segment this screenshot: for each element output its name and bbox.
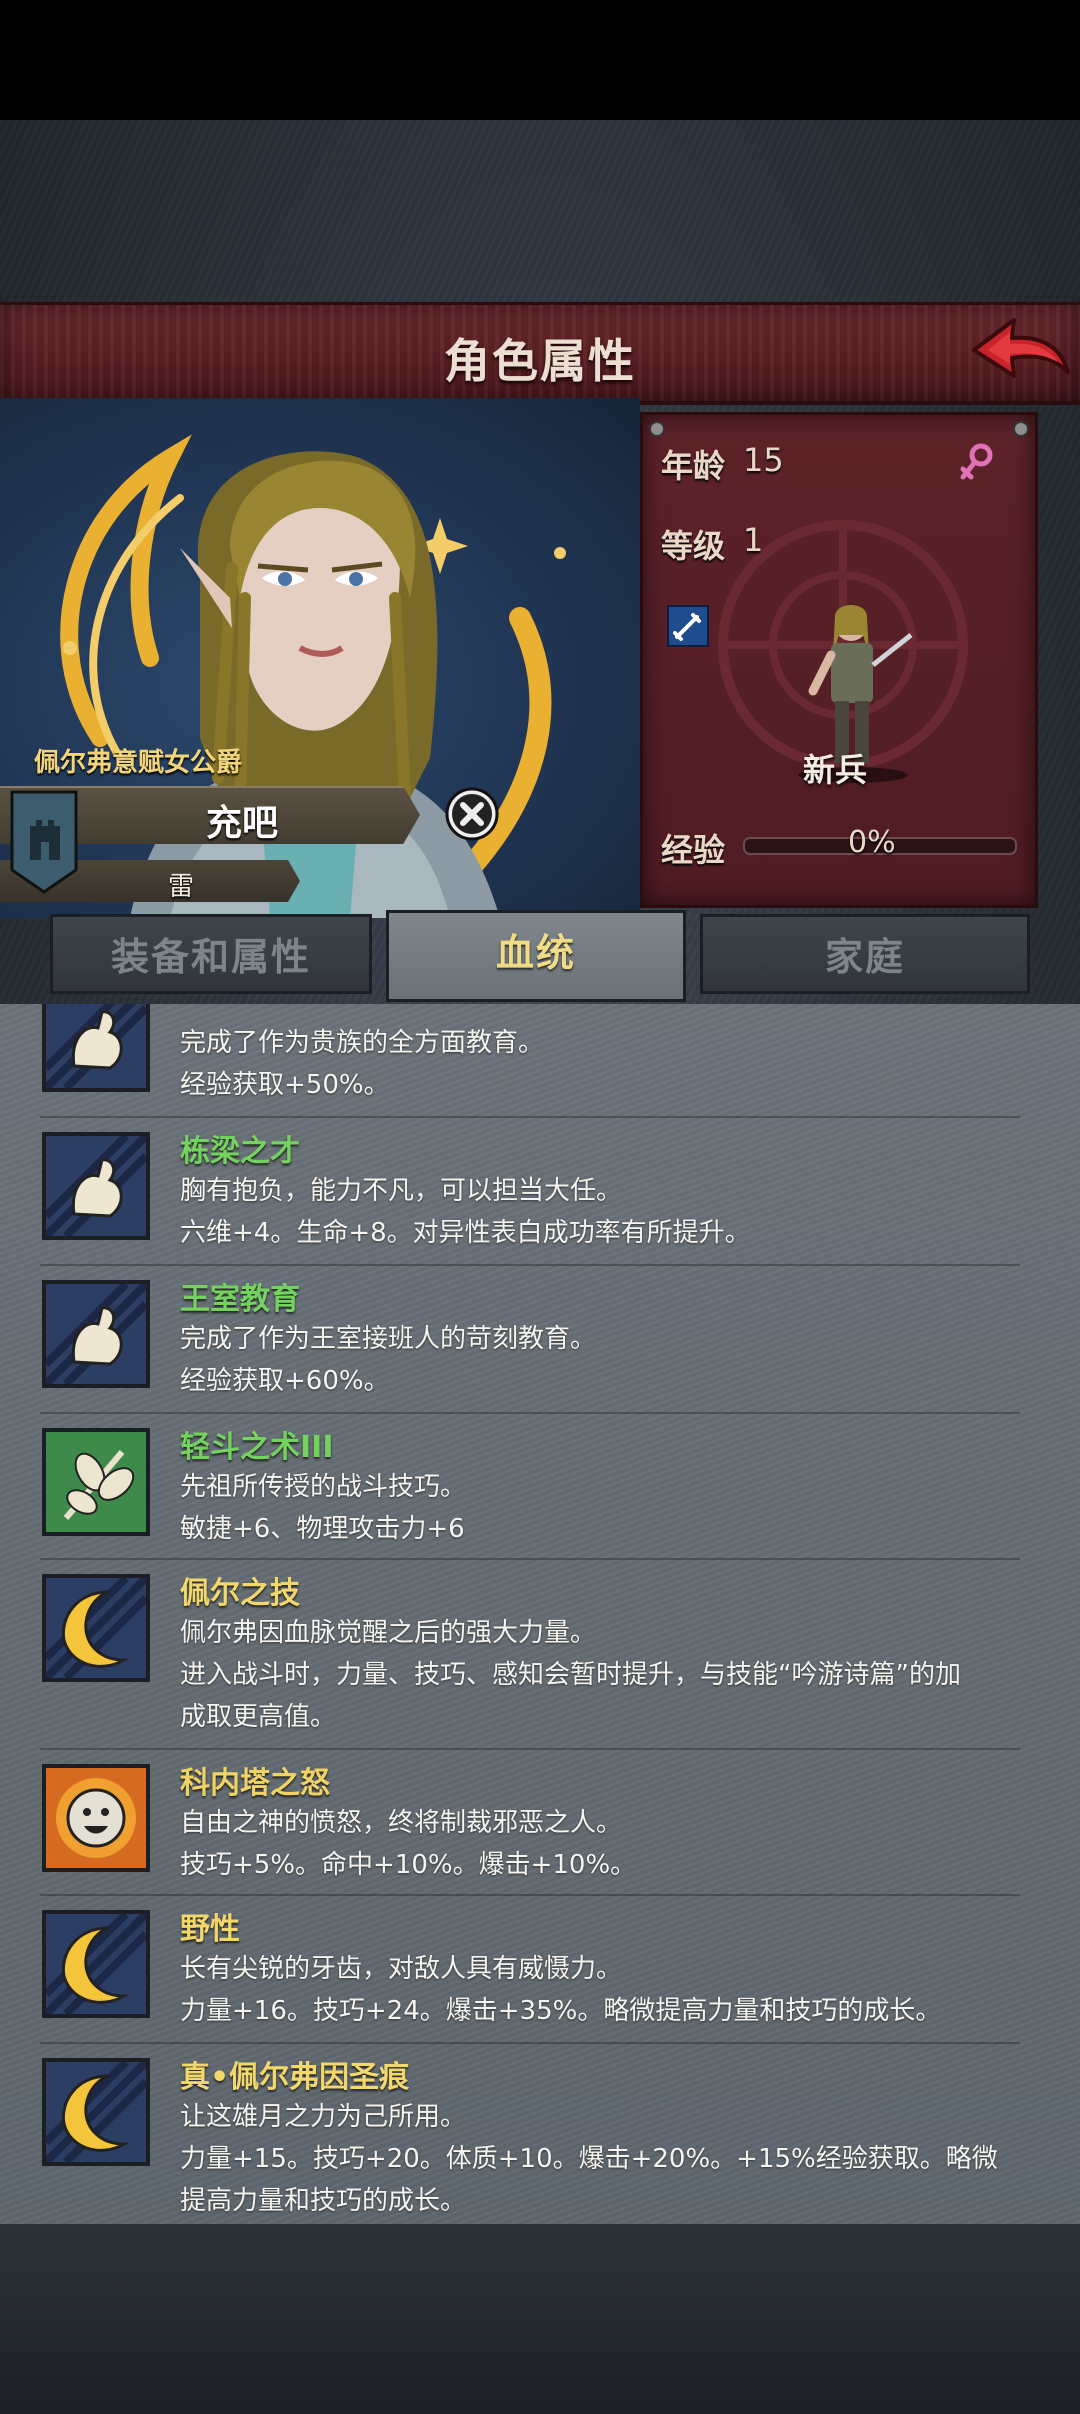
list-item[interactable]: 野性 长有尖锐的牙齿，对敌人具有威慑力。 力量+16。技巧+24。爆击+35%。略… — [0, 1896, 1080, 2044]
character-element: 雷 — [168, 872, 195, 902]
crescent-moon-icon — [42, 1910, 150, 2018]
muscle-arm-icon — [42, 1280, 150, 1388]
trait-description: 先祖所传授的战斗技巧。 敏捷+6、物理攻击力+6 — [180, 1472, 467, 1544]
leaf-branch-icon — [42, 1428, 150, 1536]
age-label: 年龄 — [661, 447, 726, 485]
trait-description: 完成了作为贵族的全方面教育。 经验获取+50%。 — [180, 1028, 545, 1100]
character-name[interactable]: 充吧 — [206, 794, 278, 846]
female-symbol-icon — [960, 443, 993, 480]
trait-description: 佩尔弗因血脉觉醒之后的强大力量。 进入战斗时，力量、技巧、感知会暂时提升，与技能“… — [180, 1618, 961, 1732]
list-item[interactable]: 王室教育 完成了作为王室接班人的苛刻教育。 经验获取+60%。 — [0, 1266, 1080, 1414]
muscle-arm-icon — [42, 1132, 150, 1240]
trait-description: 自由之神的愤怒，终将制裁邪恶之人。 技巧+5%。命中+10%。爆击+10%。 — [180, 1808, 637, 1880]
rivet-icon — [649, 421, 665, 437]
trait-description: 长有尖锐的牙齿，对敌人具有威慑力。 力量+16。技巧+24。爆击+35%。略微提高… — [180, 1954, 942, 2026]
muscle-arm-icon — [42, 1004, 150, 1092]
list-item[interactable]: 完成了作为贵族的全方面教育。 经验获取+50%。 — [0, 1004, 1080, 1118]
bottom-area — [0, 2224, 1080, 2414]
class-name: 新兵 — [803, 751, 868, 789]
trait-description: 完成了作为王室接班人的苛刻教育。 经验获取+60%。 — [180, 1324, 597, 1396]
list-item[interactable]: 科内塔之怒 自由之神的愤怒，终将制裁邪恶之人。 技巧+5%。命中+10%。爆击+1… — [0, 1750, 1080, 1896]
trait-name: 野性 — [180, 1912, 240, 1947]
tab-family[interactable]: 家庭 — [700, 914, 1030, 994]
close-circle-icon[interactable] — [444, 786, 500, 842]
list-item[interactable]: 栋梁之才 胸有抱负，能力不凡，可以担当大任。 六维+4。生命+8。对异性表白成功率… — [0, 1118, 1080, 1266]
sword-skill-icon[interactable] — [667, 605, 709, 647]
tab-bar: 装备和属性 血统 家庭 — [40, 910, 1040, 1002]
castle-banner-icon — [10, 790, 78, 894]
trait-name: 真•佩尔弗因圣痕 — [180, 2060, 410, 2095]
page-title: 角色属性 — [444, 334, 636, 388]
trait-list[interactable]: 完成了作为贵族的全方面教育。 经验获取+50%。 栋梁之才 胸有抱负，能力不凡，可… — [0, 1004, 1080, 2224]
trait-description: 胸有抱负，能力不凡，可以担当大任。 六维+4。生命+8。对异性表白成功率有所提升。 — [180, 1176, 751, 1248]
sun-face-icon — [42, 1764, 150, 1872]
tab-lineage[interactable]: 血统 — [386, 910, 686, 1002]
exp-label: 经验 — [661, 831, 726, 869]
rivet-icon — [1013, 421, 1029, 437]
trait-name: 王室教育 — [180, 1282, 300, 1317]
back-arrow-icon[interactable] — [968, 310, 1072, 390]
list-item[interactable]: 轻斗之术III 先祖所传授的战斗技巧。 敏捷+6、物理攻击力+6 — [0, 1414, 1080, 1560]
level-value: 1 — [743, 521, 764, 559]
list-item[interactable]: 佩尔之技 佩尔弗因血脉觉醒之后的强大力量。 进入战斗时，力量、技巧、感知会暂时提升… — [0, 1560, 1080, 1750]
trait-name: 栋梁之才 — [180, 1134, 300, 1169]
tab-equipment[interactable]: 装备和属性 — [50, 914, 372, 994]
crescent-moon-icon — [42, 1574, 150, 1682]
trait-description: 让这雄月之力为己所用。 力量+15。技巧+20。体质+10。爆击+20%。+15%… — [180, 2102, 998, 2216]
exp-value: 0% — [848, 825, 896, 860]
age-value: 15 — [743, 441, 784, 479]
trait-name: 佩尔之技 — [180, 1576, 300, 1611]
trait-name: 科内塔之怒 — [180, 1766, 330, 1801]
crescent-moon-icon — [42, 2058, 150, 2166]
title-bar: 角色属性 — [0, 302, 1080, 405]
stats-panel: 年龄 15 等级 1 新兵 经验 0% — [640, 412, 1038, 908]
nobility-title: 佩尔弗意赋女公爵 — [34, 748, 243, 778]
trait-name: 轻斗之术III — [180, 1430, 334, 1465]
list-item[interactable]: 真•佩尔弗因圣痕 让这雄月之力为己所用。 力量+15。技巧+20。体质+10。爆击… — [0, 2044, 1080, 2224]
level-label: 等级 — [661, 527, 726, 565]
